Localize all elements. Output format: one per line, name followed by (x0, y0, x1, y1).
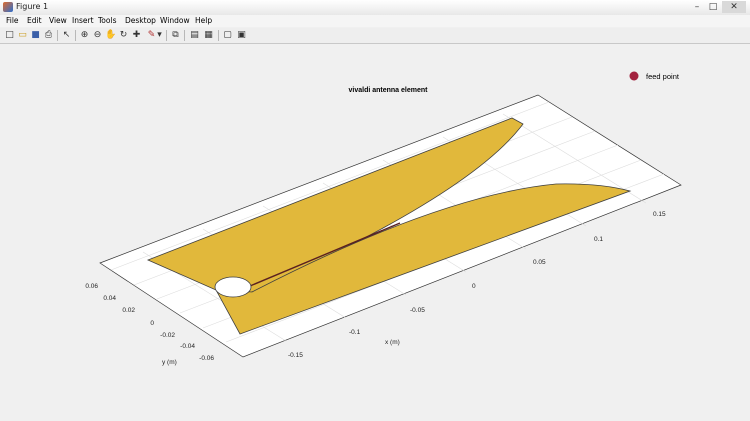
y-tick-label: -0.02 (160, 332, 175, 339)
y-tick-label: -0.04 (180, 343, 195, 350)
zoom-in-icon[interactable]: ⊕ (79, 30, 90, 41)
toolbar-separator (75, 30, 76, 41)
menu-edit[interactable]: Edit (27, 15, 42, 27)
brush-dropdown-icon[interactable]: ▾ (156, 30, 163, 41)
legend-marker-feed-point (629, 71, 639, 81)
rotate-3d-icon[interactable]: ↻ (118, 30, 129, 41)
x-tick-label: 0.05 (533, 259, 546, 266)
x-tick-label: -0.1 (349, 329, 361, 336)
print-icon[interactable]: ⎙ (43, 30, 54, 41)
x-tick-label: -0.15 (288, 352, 303, 359)
matlab-icon (3, 2, 13, 12)
pan-icon[interactable]: ✋ (105, 30, 116, 41)
menu-tools[interactable]: Tools (98, 15, 116, 27)
pointer-icon[interactable]: ↖ (61, 30, 72, 41)
antenna-cavity (214, 276, 252, 298)
y-tick-label: -0.06 (199, 355, 214, 362)
window-title: Figure 1 (16, 2, 49, 11)
menu-view[interactable]: View (49, 15, 67, 27)
y-tick-label: 0 (150, 320, 154, 327)
toolbar-separator (184, 30, 185, 41)
figure-toolbar: □ ▭ ■ ⎙ ↖ ⊕ ⊖ ✋ ↻ ✚ ✎ ▾ ⧉ ▤ ▦ ▢ ▣ (0, 28, 750, 44)
x-tick-label: 0.1 (594, 236, 603, 243)
x-tick-label: -0.05 (410, 307, 425, 314)
x-tick-label: 0 (472, 283, 476, 290)
menu-insert[interactable]: Insert (72, 15, 94, 27)
new-figure-icon[interactable]: □ (4, 30, 15, 41)
close-button[interactable]: ✕ (722, 1, 746, 13)
y-axis-label: y (m) (162, 359, 177, 366)
data-cursor-icon[interactable]: ✚ (131, 30, 142, 41)
menu-bar: File Edit View Insert Tools Desktop Wind… (0, 15, 750, 27)
toolbar-separator (218, 30, 219, 41)
link-plot-icon[interactable]: ⧉ (170, 30, 181, 41)
x-axis-label: x (m) (385, 339, 400, 346)
save-icon[interactable]: ■ (30, 30, 41, 41)
zoom-out-icon[interactable]: ⊖ (92, 30, 103, 41)
menu-help[interactable]: Help (195, 15, 212, 27)
axes-floor (99, 94, 682, 358)
maximize-button[interactable]: □ (706, 1, 720, 13)
y-tick-label: 0.02 (122, 307, 135, 314)
colorbar-icon[interactable]: ▤ (189, 30, 200, 41)
x-tick-label: 0.15 (653, 211, 666, 218)
toolbar-separator (166, 30, 167, 41)
toolbar-separator (57, 30, 58, 41)
legend-label-feed-point: feed point (646, 72, 680, 81)
figure-axes[interactable]: vivaldi antenna element feed point 0.06 … (0, 44, 750, 421)
hide-plot-tools-icon[interactable]: ▢ (222, 30, 233, 41)
menu-file[interactable]: File (6, 15, 19, 27)
menu-window[interactable]: Window (160, 15, 190, 27)
legend-icon[interactable]: ▦ (203, 30, 214, 41)
window-titlebar: Figure 1 – □ ✕ (0, 0, 750, 16)
menu-desktop[interactable]: Desktop (125, 15, 156, 27)
y-tick-label: 0.06 (85, 283, 98, 290)
plot-title: vivaldi antenna element (349, 87, 429, 94)
minimize-button[interactable]: – (690, 1, 704, 13)
open-file-icon[interactable]: ▭ (17, 30, 28, 41)
show-plot-tools-icon[interactable]: ▣ (236, 30, 247, 41)
y-tick-label: 0.04 (103, 295, 116, 302)
